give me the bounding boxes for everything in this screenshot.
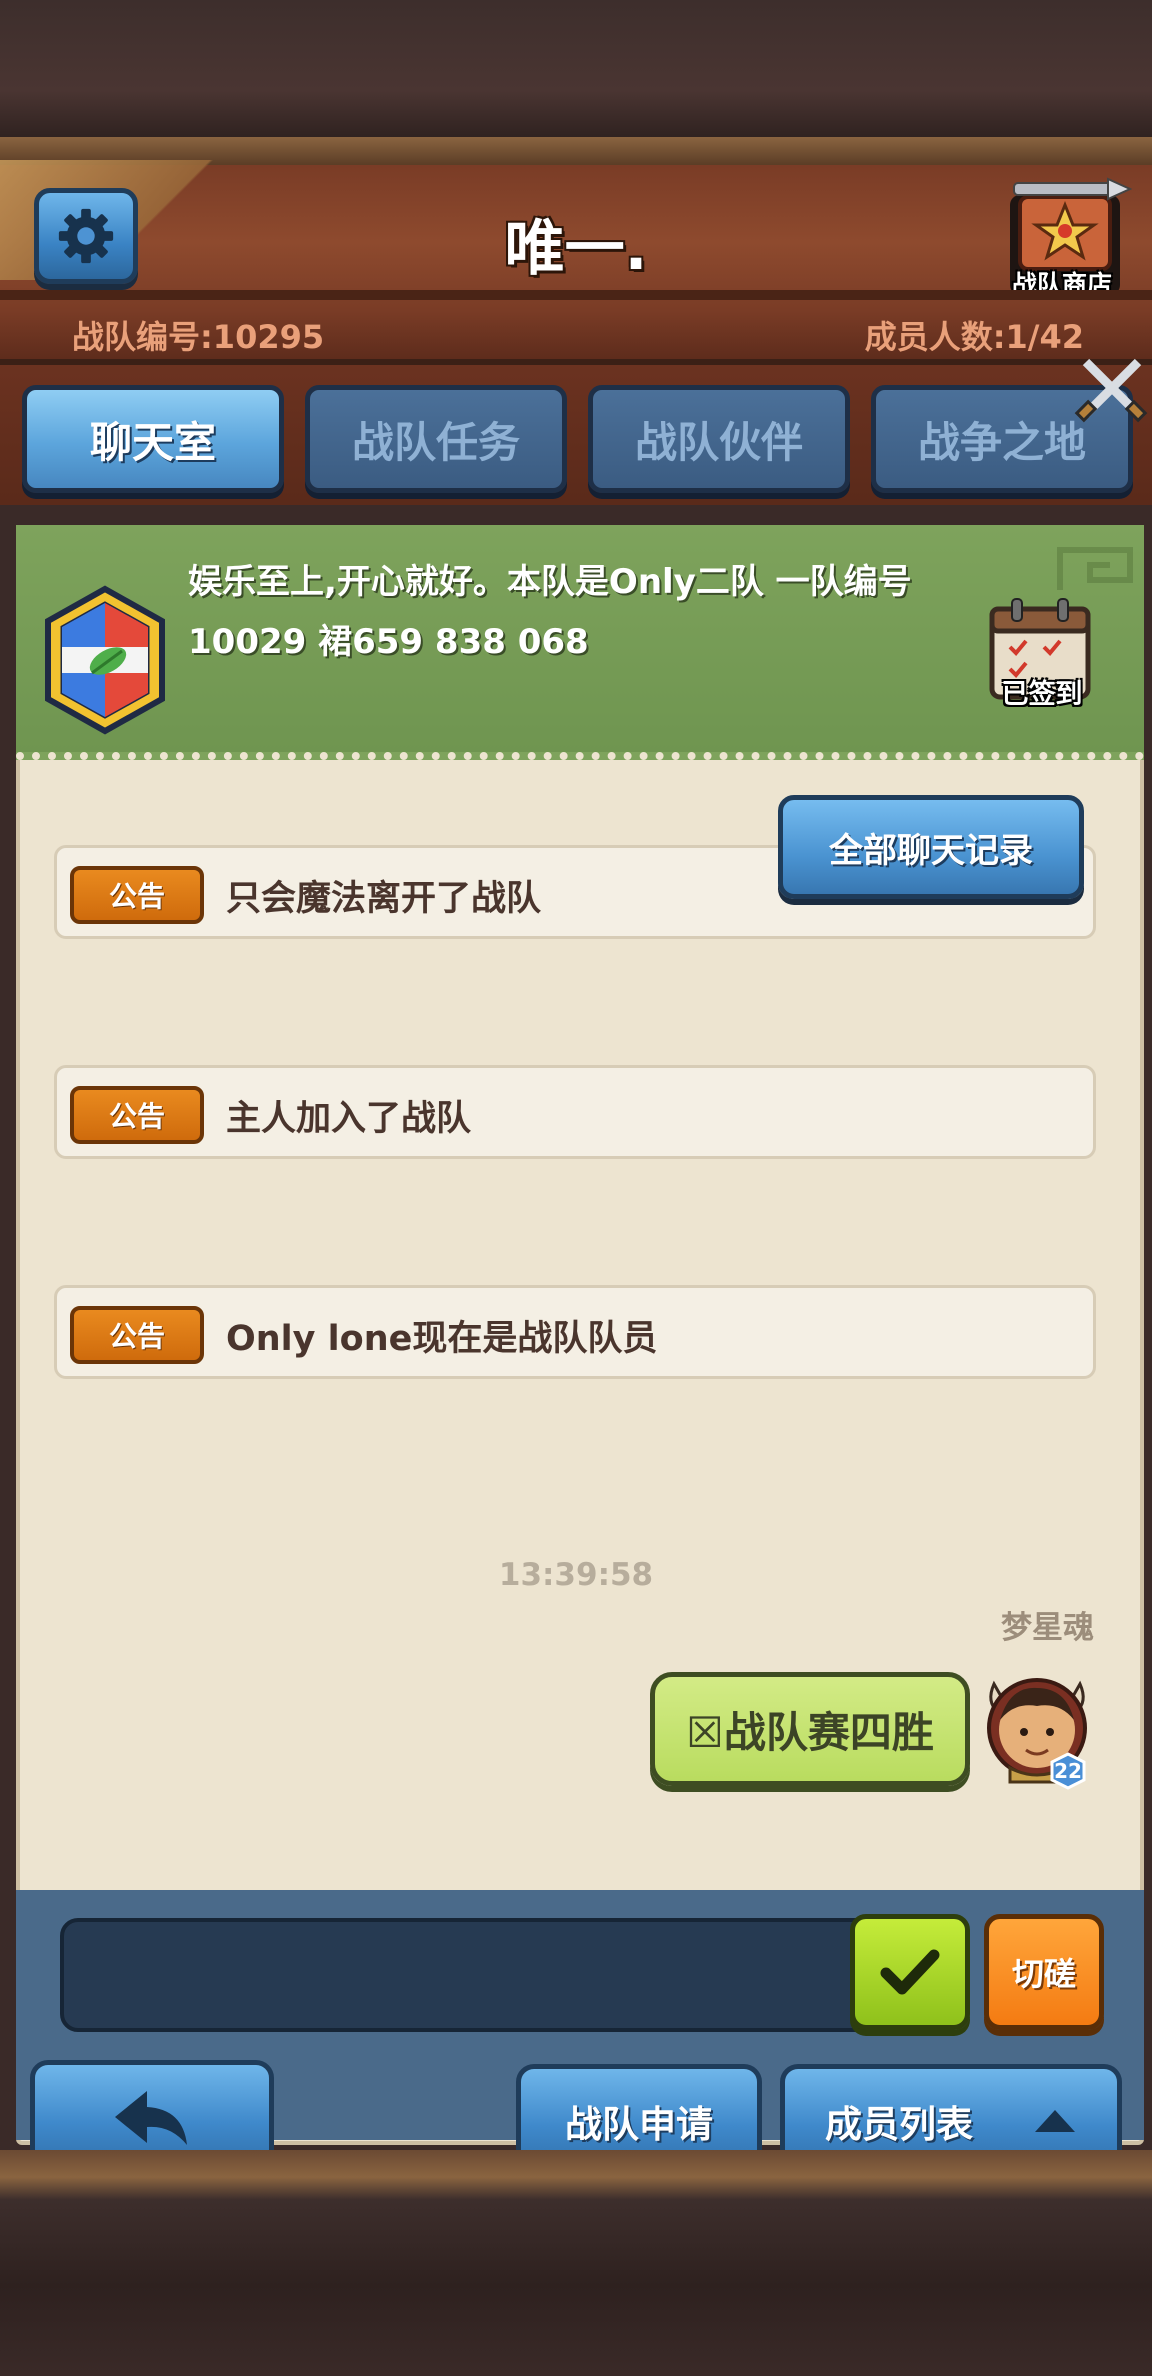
team-notice-line1: 娱乐至上,开心就好。本队是Only二队 一队编号 [188, 562, 912, 602]
team-notice-line2: 10029 裙659 838 068 [188, 622, 589, 662]
chat-bubble[interactable]: ☒战队赛四胜 [650, 1672, 970, 1786]
spar-button[interactable]: 切磋 [984, 1914, 1104, 2030]
gear-icon [58, 208, 114, 264]
member-count: 成员人数:1/42 [864, 318, 1084, 356]
bottom-frame [0, 2150, 1152, 2376]
announcement-text: Only lone现在是战队队员 [226, 1319, 658, 1359]
signed-in-label[interactable]: 已签到 [982, 672, 1102, 711]
announcement-badge: 公告 [70, 866, 204, 924]
player-avatar[interactable]: 22 [980, 1672, 1094, 1790]
chevron-up-icon [1035, 2110, 1075, 2132]
team-name: 唯一. [504, 214, 648, 284]
send-button[interactable] [850, 1914, 970, 2030]
chat-input[interactable] [60, 1918, 940, 2032]
member-list-label: 成员列表 [825, 2103, 973, 2146]
tab-team-tasks[interactable]: 战队任务 [305, 385, 567, 493]
sender-name: 梦星魂 [1001, 1610, 1094, 1646]
announcement-badge: 公告 [70, 1306, 204, 1364]
announcement-badge: 公告 [70, 1086, 204, 1144]
avatar-level: 22 [1054, 1759, 1082, 1783]
crossed-swords-icon [1074, 358, 1148, 423]
team-emblem-icon [45, 585, 165, 735]
all-chat-history-button[interactable]: 全部聊天记录 [778, 795, 1084, 899]
message-timestamp: 13:39:58 [498, 1557, 654, 1593]
tab-team-partners[interactable]: 战队伙伴 [588, 385, 850, 493]
back-arrow-icon [115, 2091, 187, 2145]
top-frame [0, 0, 1152, 165]
check-icon [880, 1949, 940, 1995]
corner-ornament-icon [1057, 547, 1133, 590]
announcement-text: 只会魔法离开了战队 [226, 879, 542, 919]
announcement-text: 主人加入了战队 [226, 1099, 472, 1139]
team-notice: 娱乐至上,开心就好。本队是Only二队 一队编号 10029 裙659 838 … [188, 552, 988, 672]
settings-button[interactable] [34, 188, 138, 284]
tab-chatroom[interactable]: 聊天室 [22, 385, 284, 493]
team-id: 战队编号:10295 [72, 318, 325, 356]
header-divider [0, 290, 1152, 300]
announcement-row [54, 1065, 1096, 1159]
